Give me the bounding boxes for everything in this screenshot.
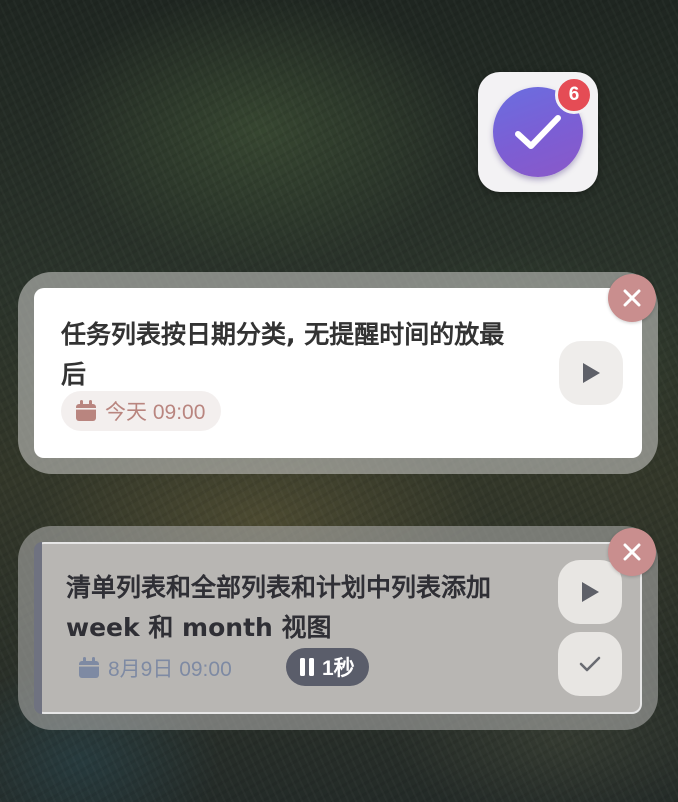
task-card[interactable]: 清单列表和全部列表和计划中列表添加 week 和 month 视图 8月9日 0… — [34, 542, 642, 714]
app-icon[interactable]: 6 — [478, 72, 598, 192]
close-icon — [623, 543, 641, 561]
due-date-label: 今天 09:00 — [105, 401, 206, 424]
notification-badge: 6 — [555, 76, 593, 114]
play-icon — [582, 582, 599, 602]
task-title: 清单列表和全部列表和计划中列表添加 week 和 month 视图 — [66, 573, 492, 642]
task-card[interactable]: 任务列表按日期分类, 无提醒时间的放最后 今天 09:00 — [34, 288, 642, 458]
task-card-wrapper: 任务列表按日期分类, 无提醒时间的放最后 今天 09:00 — [18, 272, 658, 474]
timer-chip[interactable]: 1秒 — [286, 648, 369, 686]
start-timer-button[interactable] — [559, 341, 623, 405]
play-icon — [583, 363, 600, 383]
due-date-chip[interactable]: 8月9日 09:00 — [68, 648, 248, 688]
calendar-icon — [76, 400, 96, 421]
close-button[interactable] — [608, 528, 656, 576]
task-title: 任务列表按日期分类, 无提醒时间的放最后 — [61, 320, 505, 389]
due-date-chip[interactable]: 今天 09:00 — [61, 391, 222, 431]
check-icon — [579, 656, 601, 672]
pause-icon — [300, 658, 314, 676]
complete-task-button[interactable] — [558, 632, 622, 696]
due-date-label: 8月9日 09:00 — [108, 658, 232, 681]
active-indicator — [34, 542, 42, 714]
calendar-icon — [79, 657, 99, 678]
close-icon — [623, 289, 641, 307]
start-timer-button[interactable] — [558, 560, 622, 624]
checkmark-icon — [515, 115, 561, 149]
task-card-wrapper: 清单列表和全部列表和计划中列表添加 week 和 month 视图 8月9日 0… — [18, 526, 658, 730]
timer-label: 1秒 — [322, 657, 355, 680]
close-button[interactable] — [608, 274, 656, 322]
